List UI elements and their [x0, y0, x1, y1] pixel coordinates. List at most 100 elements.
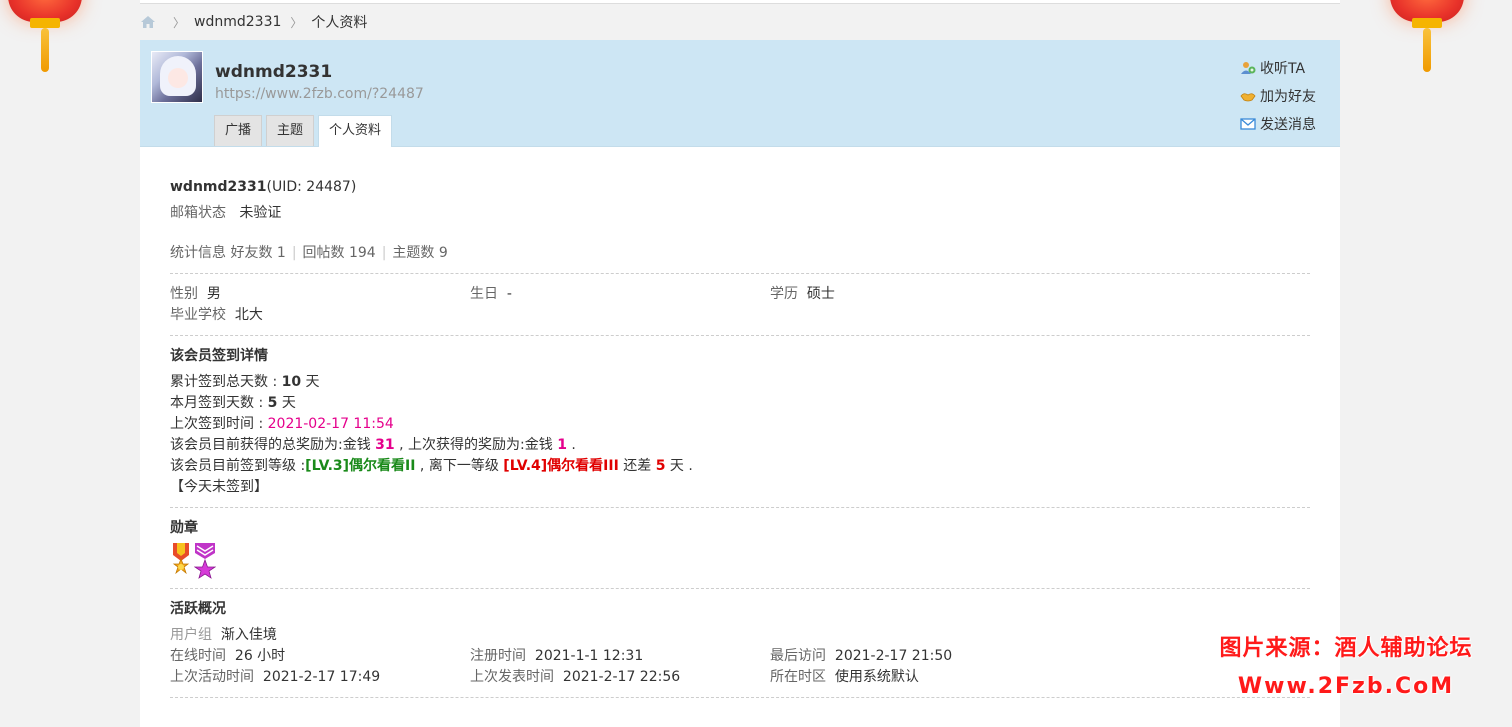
follow-button[interactable]: 收听TA [1240, 54, 1316, 82]
timezone-value: 使用系统默认 [834, 669, 919, 685]
signin-month-label: 本月签到天数 : [170, 395, 268, 411]
profile-url[interactable]: https://www.2fzb.com/?24487 [215, 86, 424, 102]
last-post-value: 2021-2-17 22:56 [562, 669, 681, 685]
breadcrumb-user-link[interactable]: wdnmd2331 [194, 14, 281, 30]
register-time-field: 注册时间 2021-1-1 12:31 [470, 646, 770, 667]
signin-total-row: 累计签到总天数 : 10 天 [170, 372, 1310, 393]
level-diff: 5 [655, 458, 666, 474]
signin-reward-row: 该会员目前获得的总奖励为:金钱 31 , 上次获得的奖励为:金钱 1 . [170, 435, 1310, 456]
profile-actions: 收听TA 加为好友 发送消息 [1240, 54, 1316, 138]
activity-row-2: 上次活动时间 2021-2-17 17:49 上次发表时间 2021-2-17 … [170, 667, 1310, 688]
reward-total: 31 [375, 437, 395, 453]
watermark-line-1: 图片来源：酒人辅助论坛 [1219, 636, 1473, 661]
top-bar [140, 0, 1340, 4]
profile-name-row: wdnmd2331(UID: 24487) [170, 177, 1310, 198]
gold-medal-icon[interactable] [170, 543, 192, 579]
profile-uid: (UID: 24487) [266, 179, 357, 195]
threads-count-link[interactable]: 主题数 9 [392, 245, 447, 261]
divider [170, 273, 1310, 274]
school-label: 毕业学校 [170, 307, 226, 323]
stats-row: 统计信息 好友数 1 | 回帖数 194 | 主题数 9 [170, 245, 448, 261]
online-time-value: 26 小时 [234, 648, 286, 664]
day-unit: 天 [301, 374, 320, 390]
school-field: 毕业学校 北大 [170, 305, 1310, 326]
profile-username[interactable]: wdnmd2331 [215, 62, 332, 82]
medals-title: 勋章 [170, 520, 198, 536]
signin-last-label: 上次签到时间 : [170, 416, 268, 432]
birthday-field: 生日 - [470, 284, 770, 305]
breadcrumb-separator: 〉 [173, 15, 186, 30]
level-diff-label: 还差 [618, 458, 656, 474]
reward-last: 1 [557, 437, 567, 453]
divider [170, 335, 1310, 336]
divider [170, 507, 1310, 508]
signin-last-value: 2021-02-17 11:54 [267, 416, 394, 432]
tab-threads[interactable]: 主题 [266, 115, 315, 146]
last-visit-value: 2021-2-17 21:50 [834, 648, 953, 664]
level-prefix: 该会员目前签到等级 : [170, 458, 306, 474]
signin-level-row: 该会员目前签到等级 :[LV.3]偶尔看看II , 离下一等级 [LV.4]偶尔… [170, 456, 1310, 477]
signin-today-status: 【今天未签到】 [170, 479, 268, 495]
breadcrumb-separator: 〉 [290, 15, 303, 30]
stats-label: 统计信息 [170, 245, 226, 261]
add-friend-button[interactable]: 加为好友 [1240, 82, 1316, 110]
reward-prefix: 该会员目前获得的总奖励为:金钱 [170, 437, 376, 453]
tab-broadcast[interactable]: 广播 [214, 115, 263, 146]
last-active-field: 上次活动时间 2021-2-17 17:49 [170, 667, 470, 688]
last-visit-label: 最后访问 [770, 648, 826, 664]
email-status-label: 邮箱状态 [170, 205, 226, 221]
register-time-value: 2021-1-1 12:31 [534, 648, 644, 664]
email-status-value: 未验证 [239, 205, 282, 221]
usergroup-row: 用户组 渐入佳境 [170, 625, 1310, 646]
signin-month-row: 本月签到天数 : 5 天 [170, 393, 1310, 414]
home-icon[interactable] [140, 15, 156, 29]
avatar[interactable] [151, 51, 203, 103]
lantern-left-decoration [0, 0, 90, 75]
last-post-label: 上次发表时间 [470, 669, 554, 685]
profile-tabs: 广播 主题 个人资料 [214, 115, 396, 147]
handshake-icon [1240, 93, 1256, 102]
add-friend-label: 加为好友 [1260, 89, 1316, 105]
online-time-field: 在线时间 26 小时 [170, 646, 470, 667]
breadcrumb: 〉 wdnmd2331 〉 个人资料 [140, 12, 367, 32]
reward-mid: , 上次获得的奖励为:金钱 [394, 437, 558, 453]
education-label: 学历 [770, 286, 798, 302]
envelope-icon [1240, 118, 1256, 130]
follow-icon [1241, 62, 1256, 74]
follow-label: 收听TA [1260, 61, 1306, 77]
replies-count-link[interactable]: 回帖数 194 [303, 245, 376, 261]
reward-end: . [566, 437, 576, 453]
last-active-label: 上次活动时间 [170, 669, 254, 685]
level-end: 天 . [665, 458, 693, 474]
education-field: 学历 硕士 [770, 284, 1070, 305]
education-value: 硕士 [806, 286, 835, 302]
last-post-field: 上次发表时间 2021-2-17 22:56 [470, 667, 770, 688]
friends-count-link[interactable]: 好友数 1 [230, 245, 285, 261]
birthday-value: - [506, 286, 512, 302]
last-active-value: 2021-2-17 17:49 [262, 669, 381, 685]
profile-header: wdnmd2331 https://www.2fzb.com/?24487 广播… [140, 40, 1340, 147]
send-message-button[interactable]: 发送消息 [1240, 110, 1316, 138]
divider [170, 697, 1310, 698]
activity-row-1: 在线时间 26 小时 注册时间 2021-1-1 12:31 最后访问 2021… [170, 646, 1310, 667]
usergroup-value[interactable]: 渐入佳境 [221, 627, 277, 643]
activity-title: 活跃概况 [170, 601, 226, 617]
gender-label: 性别 [170, 286, 198, 302]
signin-month-value: 5 [267, 395, 278, 411]
breadcrumb-current: 个人资料 [311, 15, 368, 31]
basic-info-row: 性别 男 生日 - 学历 硕士 [170, 284, 1310, 305]
register-time-label: 注册时间 [470, 648, 526, 664]
level-mid: , 离下一等级 [415, 458, 504, 474]
profile-name: wdnmd2331 [170, 179, 267, 195]
last-visit-field: 最后访问 2021-2-17 21:50 [770, 646, 1070, 667]
watermark-line-2: Www.2Fzb.CoM [1237, 674, 1455, 699]
school-value: 北大 [234, 307, 263, 323]
profile-container: wdnmd2331 https://www.2fzb.com/?24487 广播… [140, 40, 1340, 727]
tab-profile[interactable]: 个人资料 [318, 115, 393, 147]
purple-star-medal-icon[interactable] [194, 543, 216, 579]
timezone-label: 所在时区 [770, 669, 826, 685]
divider [170, 588, 1310, 589]
profile-content: wdnmd2331(UID: 24487) 邮箱状态 未验证 统计信息 好友数 … [140, 147, 1340, 698]
signin-total-value: 10 [281, 374, 302, 390]
email-status-row: 邮箱状态 未验证 [170, 203, 1310, 224]
